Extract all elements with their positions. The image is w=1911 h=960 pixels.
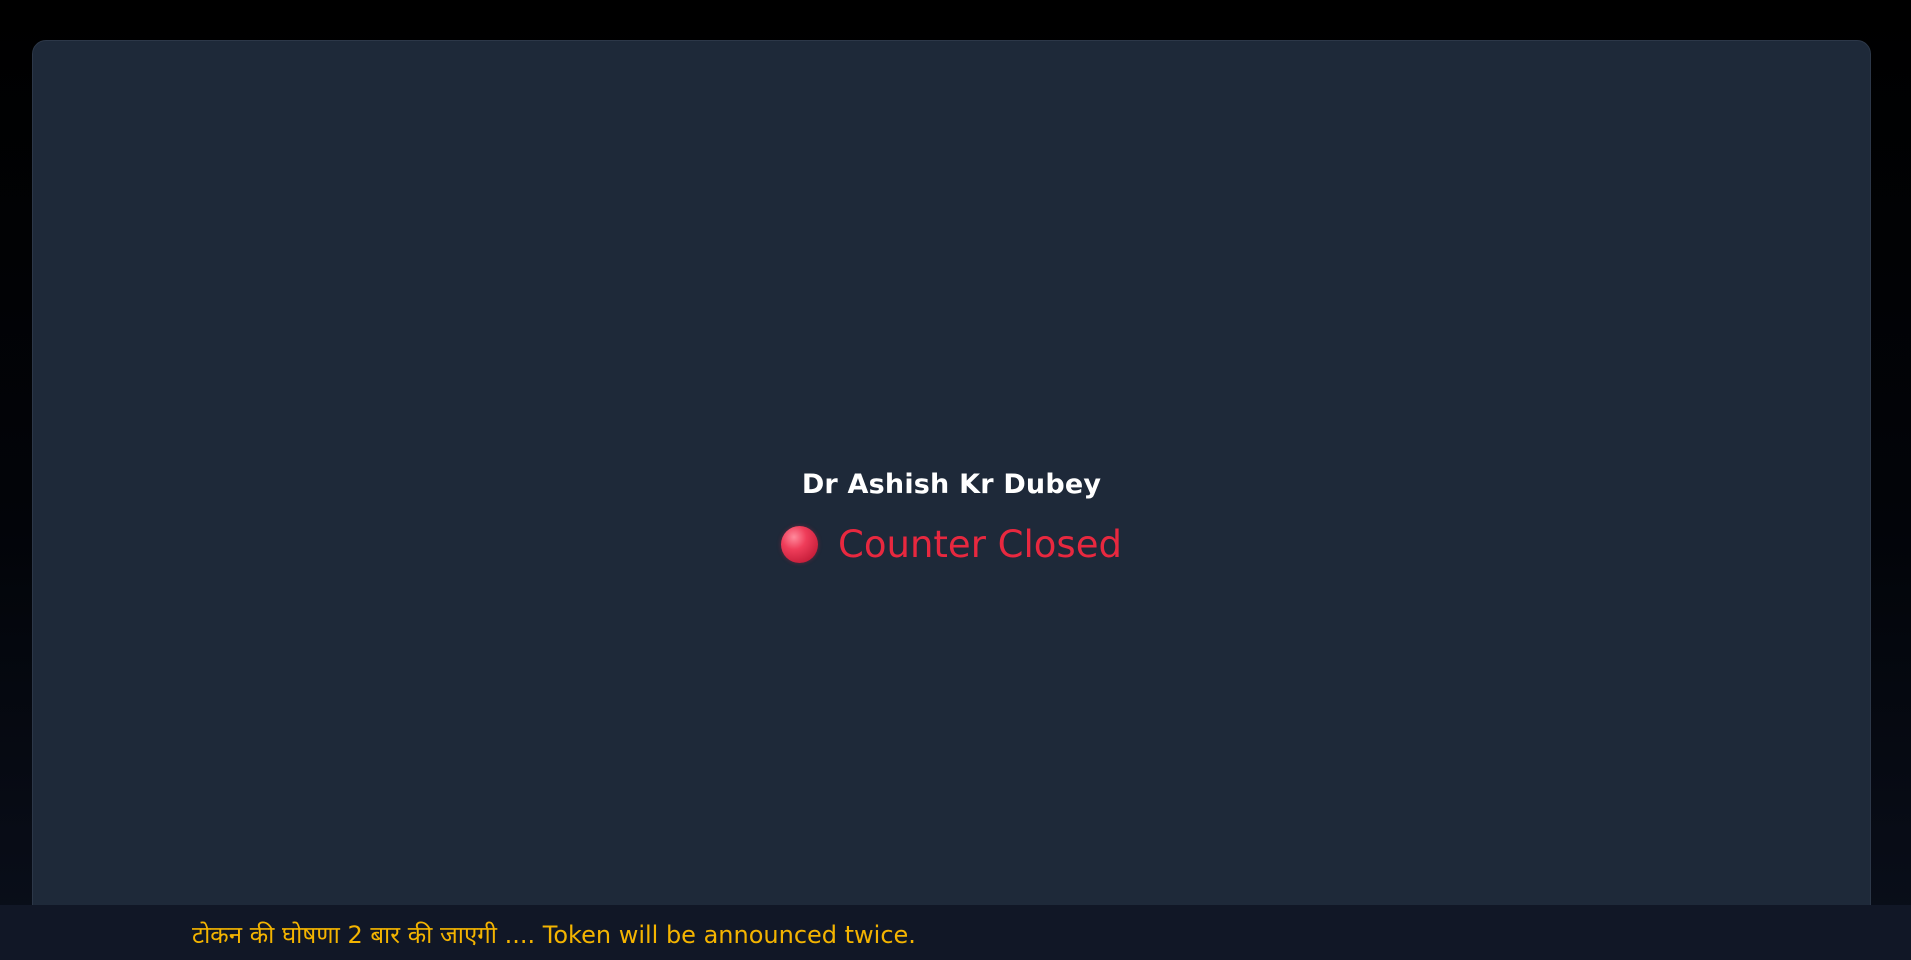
counter-display-panel: Dr Ashish Kr Dubey Counter Closed — [32, 40, 1871, 960]
red-dot-icon — [781, 526, 819, 563]
announcement-message: टोकन की घोषणा 2 बार की जाएगी .... Token … — [192, 920, 916, 949]
announcement-ticker: टोकन की घोषणा 2 बार की जाएगी .... Token … — [0, 905, 1911, 960]
counter-status-text: Counter Closed — [838, 523, 1122, 566]
doctor-name: Dr Ashish Kr Dubey — [801, 469, 1102, 500]
counter-info: Dr Ashish Kr Dubey Counter Closed — [33, 471, 1870, 563]
counter-status: Counter Closed — [781, 526, 1122, 563]
